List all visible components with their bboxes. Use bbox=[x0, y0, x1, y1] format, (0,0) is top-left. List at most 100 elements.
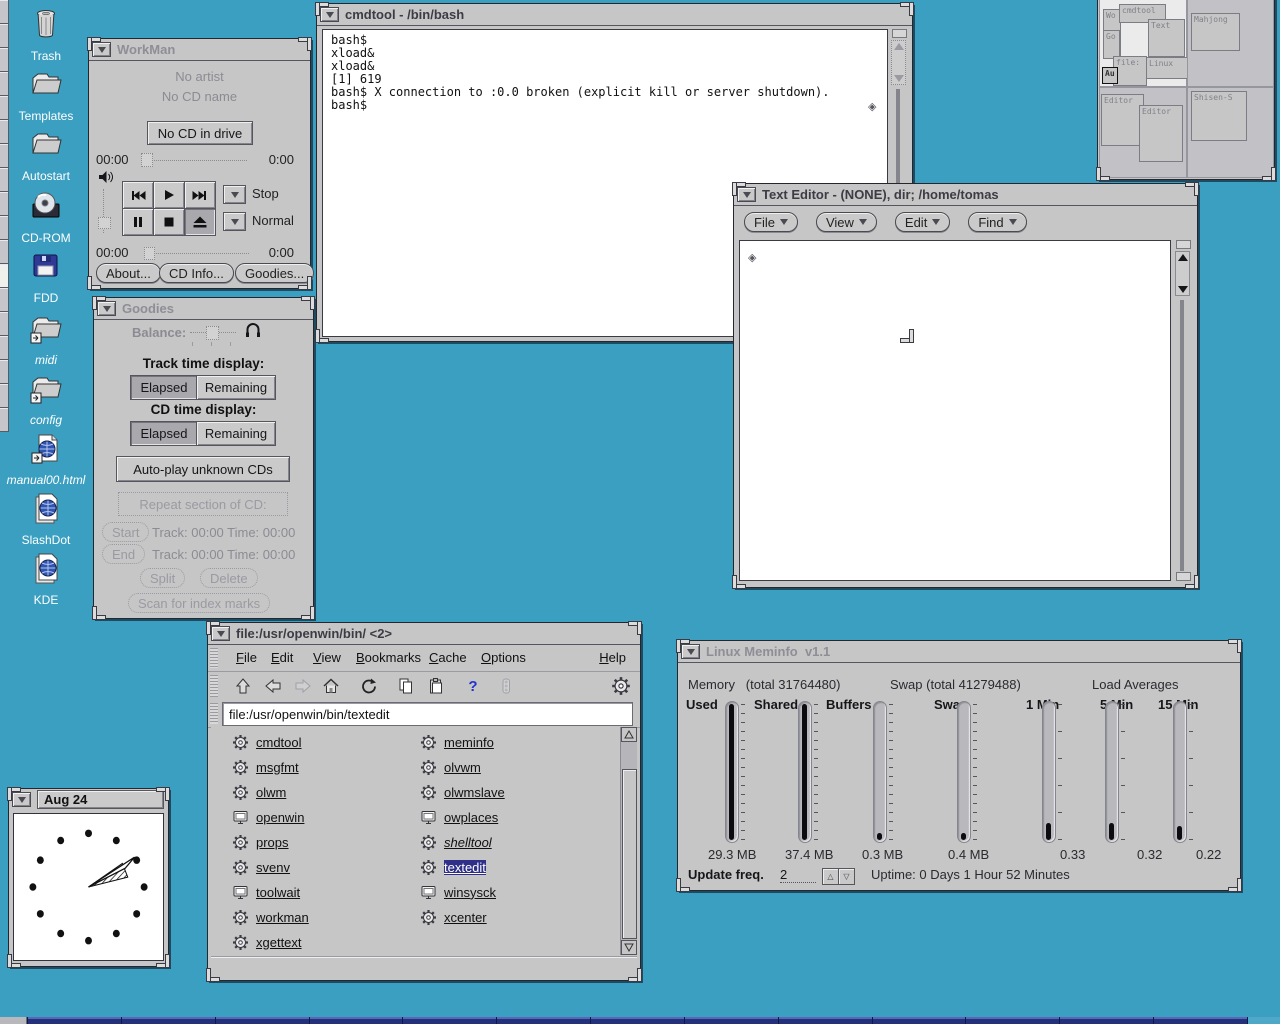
bookmarks-menu[interactable]: Bookmarks bbox=[356, 650, 421, 665]
resize-corner[interactable] bbox=[1186, 576, 1199, 589]
eject-button[interactable] bbox=[184, 208, 216, 236]
cd-position-slider[interactable] bbox=[147, 253, 249, 254]
file-item[interactable]: openwin bbox=[232, 808, 304, 826]
titlebar[interactable]: Text Editor - (NONE), dir; /home/tomas bbox=[734, 184, 1197, 206]
edit-menu[interactable]: Edit bbox=[271, 650, 293, 665]
toolbar-handle[interactable] bbox=[210, 703, 218, 724]
desktop-icon-kde[interactable]: KDE bbox=[2, 550, 90, 607]
scroll-up-button[interactable] bbox=[621, 727, 637, 742]
desktop-icon-templates[interactable]: Templates bbox=[2, 66, 90, 123]
stop-button[interactable] bbox=[153, 208, 185, 236]
resize-corner[interactable] bbox=[302, 607, 315, 620]
file-item[interactable]: olwm bbox=[232, 783, 286, 801]
file-menu-button[interactable]: File bbox=[744, 212, 798, 232]
track-remaining-button[interactable]: Remaining bbox=[196, 375, 276, 400]
taskbar-segment[interactable] bbox=[309, 1017, 403, 1024]
desktop-icon-cdrom[interactable]: CD-ROM bbox=[2, 188, 90, 245]
drive-status-button[interactable]: No CD in drive bbox=[147, 121, 253, 145]
cd-remaining-button[interactable]: Remaining bbox=[196, 421, 276, 446]
pager-desktop-4[interactable]: Shisen-S bbox=[1187, 87, 1274, 178]
file-item-selected[interactable]: textedit bbox=[420, 858, 486, 876]
resize-corner[interactable] bbox=[1229, 639, 1242, 652]
resize-corner[interactable] bbox=[7, 787, 20, 800]
titlebar[interactable]: Aug 24 bbox=[9, 789, 168, 810]
resize-corner[interactable] bbox=[87, 37, 100, 50]
resize-corner[interactable] bbox=[315, 2, 328, 15]
titlebar[interactable]: Linux Meminfo v1.1 bbox=[678, 641, 1240, 663]
resize-corner[interactable] bbox=[676, 879, 689, 892]
forward-button[interactable] bbox=[292, 675, 314, 697]
file-item[interactable]: toolwait bbox=[232, 883, 300, 901]
autoplay-button[interactable]: Auto-play unknown CDs bbox=[116, 456, 290, 482]
play-mode-menu-button[interactable] bbox=[223, 212, 246, 231]
find-menu-button[interactable]: Find bbox=[968, 212, 1026, 232]
options-menu[interactable]: Options bbox=[481, 650, 526, 665]
file-item[interactable]: owplaces bbox=[420, 808, 498, 826]
titlebar[interactable]: Goodies bbox=[94, 298, 313, 320]
resize-corner[interactable] bbox=[299, 37, 312, 50]
list-scrollbar[interactable] bbox=[620, 727, 637, 955]
taskbar-segment[interactable] bbox=[121, 1017, 215, 1024]
desktop-icon-slashdot[interactable]: SlashDot bbox=[2, 490, 90, 547]
desktop-icon-midi[interactable]: midi bbox=[2, 310, 90, 367]
cd-info-button[interactable]: CD Info... bbox=[159, 263, 234, 283]
back-button[interactable] bbox=[262, 675, 284, 697]
reload-button[interactable] bbox=[358, 675, 380, 697]
resize-corner[interactable] bbox=[676, 639, 689, 652]
taskbar-segment[interactable] bbox=[402, 1017, 496, 1024]
up-button[interactable] bbox=[232, 675, 254, 697]
pager-mini-goodies[interactable]: Go bbox=[1103, 30, 1120, 59]
editor-text-area[interactable]: ◈ bbox=[739, 240, 1171, 581]
resize-corner[interactable] bbox=[206, 969, 219, 982]
pager-mini-editor2[interactable]: Editor bbox=[1139, 105, 1183, 162]
pager-mini-mahjong[interactable]: Mahjong bbox=[1191, 13, 1240, 51]
prev-track-button[interactable] bbox=[122, 181, 154, 209]
freq-increase-button[interactable]: △ bbox=[822, 868, 839, 885]
stop-button[interactable] bbox=[495, 675, 517, 697]
taskbar-segment[interactable] bbox=[778, 1017, 872, 1024]
resize-corner[interactable] bbox=[157, 787, 170, 800]
file-item[interactable]: props bbox=[232, 833, 289, 851]
resize-corner[interactable] bbox=[299, 277, 312, 290]
scrollbar-top-anchor[interactable] bbox=[1176, 240, 1191, 249]
scrollbar-thumb[interactable] bbox=[622, 769, 637, 939]
taskbar-segment[interactable] bbox=[215, 1017, 309, 1024]
pager-desktop-1[interactable]: Wo cmdtool Go Text file: Linux Au bbox=[1099, 0, 1187, 87]
split-button[interactable]: Split bbox=[140, 568, 185, 588]
home-button[interactable] bbox=[320, 675, 342, 697]
resize-corner[interactable] bbox=[87, 277, 100, 290]
resize-corner[interactable] bbox=[157, 955, 170, 968]
desktop-icon-fdd[interactable]: FDD bbox=[2, 248, 90, 305]
taskbar-segment[interactable] bbox=[1059, 1017, 1153, 1024]
resize-corner[interactable] bbox=[1186, 182, 1199, 195]
file-item[interactable]: workman bbox=[232, 908, 309, 926]
play-button[interactable] bbox=[153, 181, 185, 209]
balance-slider-thumb[interactable] bbox=[206, 326, 219, 340]
cd-slider-thumb[interactable] bbox=[144, 247, 155, 260]
desktop-icon-autostart[interactable]: Autostart bbox=[2, 126, 90, 183]
next-track-button[interactable] bbox=[184, 181, 216, 209]
resize-corner[interactable] bbox=[629, 969, 642, 982]
resize-corner[interactable] bbox=[302, 296, 315, 309]
resize-corner[interactable] bbox=[732, 182, 745, 195]
titlebar[interactable]: cmdtool - /bin/bash bbox=[317, 4, 912, 26]
scrollbar-top-anchor[interactable] bbox=[892, 29, 907, 38]
taskbar-segment[interactable] bbox=[1153, 1017, 1247, 1024]
resize-corner[interactable] bbox=[901, 330, 914, 343]
file-item[interactable]: olvwm bbox=[420, 758, 481, 776]
pager-mini-texteditor[interactable]: Text bbox=[1148, 19, 1185, 57]
pager-mini-shisen[interactable]: Shisen-S bbox=[1191, 91, 1247, 141]
resize-corner[interactable] bbox=[315, 330, 328, 343]
desktop-icon-manual-html[interactable]: manual00.html bbox=[2, 430, 90, 487]
taskbar-segment[interactable] bbox=[0, 1017, 27, 1024]
kde-gear-icon[interactable] bbox=[610, 675, 632, 697]
track-position-slider[interactable] bbox=[143, 160, 247, 161]
toolbar-handle[interactable] bbox=[210, 675, 218, 697]
help-menu[interactable]: Help bbox=[599, 650, 626, 665]
location-input[interactable] bbox=[222, 702, 633, 726]
desktop-icon-config[interactable]: config bbox=[2, 370, 90, 427]
help-button[interactable]: ? bbox=[462, 675, 484, 697]
update-freq-input[interactable]: 2 bbox=[780, 867, 816, 883]
file-menu[interactable]: File bbox=[236, 650, 257, 665]
paste-button[interactable] bbox=[425, 675, 447, 697]
